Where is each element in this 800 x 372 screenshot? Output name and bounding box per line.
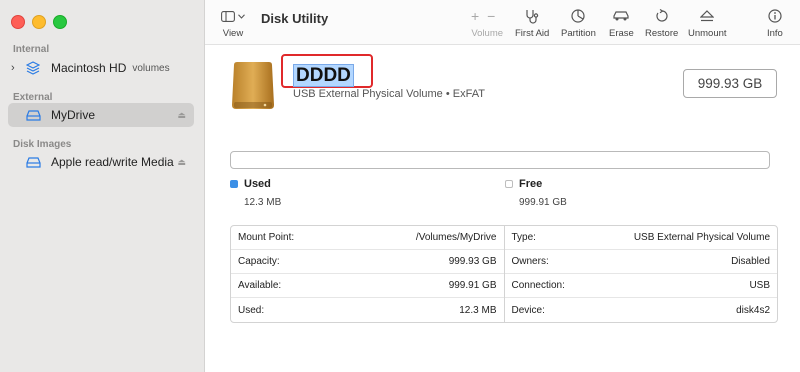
legend-used: Used 12.3 MB (230, 178, 281, 208)
partition-button[interactable]: Partition (561, 8, 596, 39)
external-drive-icon (231, 61, 275, 116)
chevron-right-icon[interactable]: › (11, 62, 21, 74)
eject-icon (700, 8, 715, 24)
info-column-left: Mount Point:/Volumes/MyDrive Capacity: 99… (231, 226, 505, 322)
sidebar-item-label: Apple read/write Media (51, 155, 174, 169)
eject-icon[interactable]: ⏏ (177, 157, 186, 168)
section-label-internal: Internal (13, 44, 50, 55)
sidebar-item-label: Macintosh HD (51, 61, 127, 75)
volume-name-text[interactable]: DDDD (293, 64, 354, 87)
app-title: Disk Utility (261, 11, 329, 26)
unmount-button[interactable]: Unmount (688, 8, 727, 39)
car-icon (613, 8, 630, 24)
sidebar-toggle-icon (221, 10, 235, 22)
info-row-available: Available: 999.91 GB (231, 274, 504, 298)
drive-icon (25, 108, 41, 122)
info-column-right: Type: USB External Physical Volume Owners… (504, 226, 777, 322)
info-button[interactable]: Info (767, 8, 783, 39)
sidebar-item-macintosh-hd[interactable]: › Macintosh HD volumes (8, 56, 194, 80)
volume-description: USB External Physical Volume • ExFAT (293, 88, 485, 100)
plus-minus-icon: +− (471, 8, 504, 24)
info-icon (768, 8, 782, 24)
free-label: Free (519, 178, 543, 190)
first-aid-button[interactable]: First Aid (515, 8, 549, 39)
sidebar-item-mydrive[interactable]: MyDrive ⏏ (8, 103, 194, 127)
restore-icon (655, 8, 669, 24)
used-label: Used (244, 178, 271, 190)
volume-size-badge: 999.93 GB (683, 69, 777, 98)
free-value: 999.91 GB (519, 197, 567, 208)
close-button[interactable] (11, 15, 25, 29)
info-row-capacity: Capacity: 999.93 GB (231, 250, 504, 274)
info-row-type: Type: USB External Physical Volume (504, 226, 777, 250)
stethoscope-icon (524, 8, 540, 24)
used-swatch (230, 180, 238, 188)
info-row-used: Used: 12.3 MB (238, 304, 497, 316)
eject-icon[interactable]: ⏏ (177, 110, 186, 121)
chevron-down-icon (238, 13, 245, 19)
toolbar: View Disk Utility +− Volume First Aid Pa… (205, 0, 800, 45)
sidebar-item-apple-media[interactable]: Apple read/write Media ⏏ (8, 150, 194, 174)
view-button[interactable]: View (221, 9, 245, 39)
section-label-external: External (13, 92, 53, 103)
erase-button[interactable]: Erase (609, 8, 634, 39)
disk-utility-window: Internal › Macintosh HD volumes External… (0, 0, 800, 372)
drive-icon (25, 155, 41, 169)
info-row-device: Device: disk4s2 (511, 304, 771, 316)
volume-name[interactable]: DDDD (293, 64, 354, 87)
volume-button[interactable]: +− Volume (471, 8, 503, 39)
usage-bar (230, 151, 770, 169)
sidebar: Internal › Macintosh HD volumes External… (0, 0, 205, 372)
info-row-mount-point: Mount Point:/Volumes/MyDrive (231, 226, 504, 250)
window-controls (11, 15, 67, 29)
legend-free: Free 999.91 GB (505, 178, 567, 208)
view-label: View (222, 28, 244, 39)
info-row-connection: Connection: USB (504, 274, 777, 298)
layers-icon (25, 61, 41, 75)
zoom-button[interactable] (53, 15, 67, 29)
info-row-owners: Owners: Disabled (504, 250, 777, 274)
sidebar-item-sublabel: volumes (132, 62, 170, 74)
info-table: Mount Point:/Volumes/MyDrive Capacity: 99… (230, 225, 778, 323)
section-label-disk-images: Disk Images (13, 139, 72, 150)
sidebar-item-label: MyDrive (51, 108, 95, 122)
used-value: 12.3 MB (244, 197, 282, 208)
main-panel: DDDD USB External Physical Volume • ExFA… (205, 45, 800, 372)
minimize-button[interactable] (32, 15, 46, 29)
restore-button[interactable]: Restore (645, 8, 678, 39)
pie-icon (571, 8, 586, 24)
free-swatch (505, 180, 513, 188)
